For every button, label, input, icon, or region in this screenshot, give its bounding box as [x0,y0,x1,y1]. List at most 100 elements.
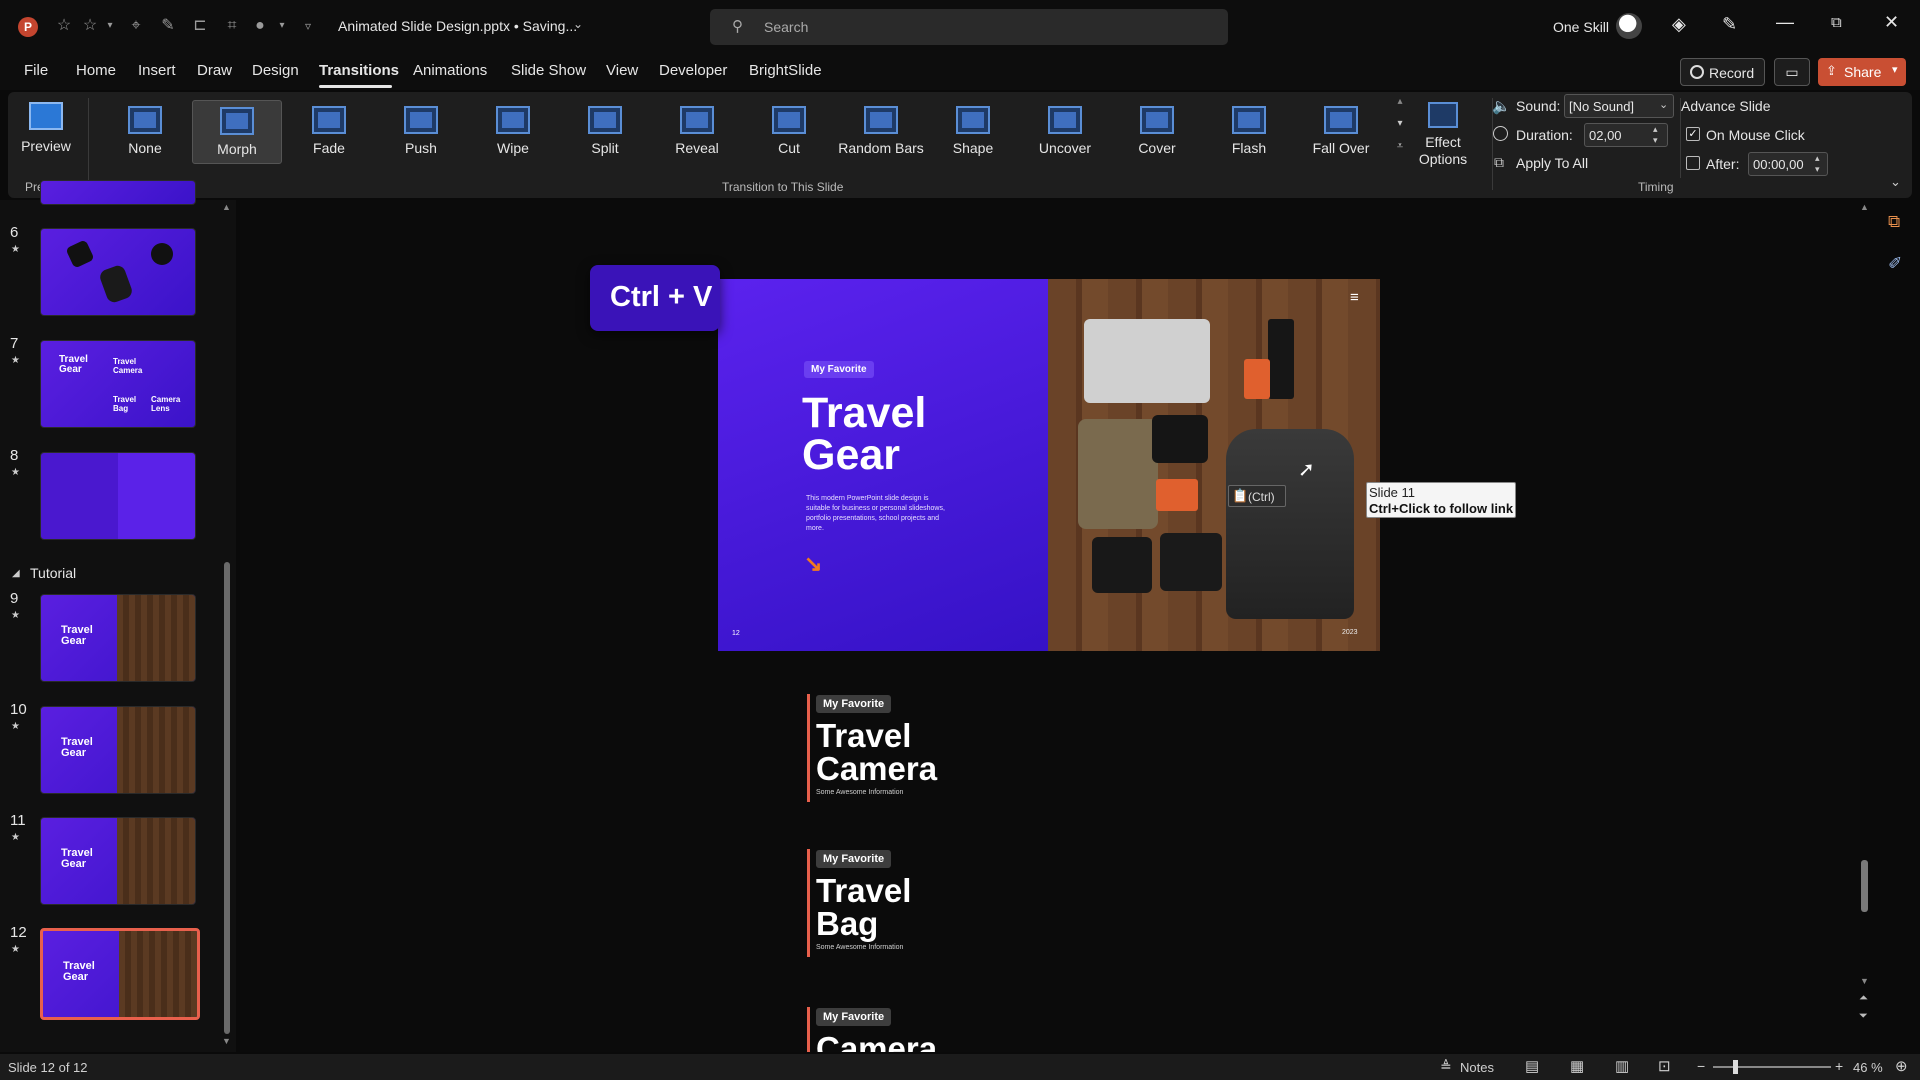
crop-icon[interactable]: ⌗ [222,16,242,36]
transition-flash[interactable]: Flash [1204,100,1294,164]
on-mouse-click-checkbox[interactable]: ✓ [1686,127,1700,141]
pen-icon[interactable]: ✎ [1722,14,1737,35]
diamond-icon[interactable]: ◈ [1672,14,1686,35]
scroll-thumb[interactable] [224,562,230,1034]
zoom-out-icon[interactable]: − [1697,1058,1705,1074]
transition-fade[interactable]: Fade [284,100,374,164]
scroll-down-arrow[interactable]: ▼ [1860,976,1869,986]
section-collapse-icon[interactable]: ◢ [12,568,20,579]
menu-insert[interactable]: Insert [138,62,176,79]
apply-to-all-button[interactable]: ⧉ Apply To All [1494,152,1614,174]
transition-split[interactable]: Split [560,100,650,164]
share-button[interactable]: ⇪ Share ▾ [1818,58,1906,86]
user-name[interactable]: One Skill [1553,19,1609,35]
favorite-star-icon[interactable]: ☆ [54,16,74,36]
menu-transitions[interactable]: Transitions [319,62,399,79]
comments-button[interactable]: ▭ [1774,58,1810,86]
present-icon[interactable]: ⊏ [190,16,210,36]
slide-thumbnail-11[interactable]: Travel Gear [40,817,196,905]
chevron-down-icon[interactable]: ▾ [272,16,292,36]
transition-none[interactable]: None [100,100,190,164]
scroll-up-arrow[interactable]: ▲ [1860,202,1869,212]
transition-fall-over[interactable]: Fall Over [1296,100,1386,164]
offslide-card-camera-lens[interactable]: My Favorite Camera [807,1007,1007,1052]
spinner-icon[interactable]: ▴ ▾ [1653,124,1658,146]
menu-slide-show[interactable]: Slide Show [511,62,586,79]
notes-button[interactable]: Notes [1460,1060,1494,1075]
duration-input[interactable]: 02,00 ▴ ▾ [1584,123,1668,147]
star-dropdown-icon[interactable]: ☆ [80,16,100,36]
collapse-ribbon-icon[interactable]: ⌄ [1890,174,1901,190]
zoom-level[interactable]: 46 % [1853,1060,1883,1075]
gallery-scroll-down[interactable]: ▾ [1392,118,1408,138]
offslide-card-bag[interactable]: My Favorite Travel Bag Some Awesome Info… [807,849,1007,957]
slide-thumbnail-8[interactable] [40,452,196,540]
sound-select[interactable]: [No Sound] ⌄ [1564,94,1674,118]
slide-thumbnail-12[interactable]: Travel Gear [40,928,200,1020]
after-checkbox[interactable] [1686,156,1700,170]
transition-uncover[interactable]: Uncover [1020,100,1110,164]
scroll-up-arrow[interactable]: ▲ [222,202,231,212]
chevron-down-icon[interactable]: ⌄ [573,17,583,31]
pen-icon[interactable]: ✎ [158,16,178,36]
scroll-thumb[interactable] [1861,860,1868,912]
menu-brightslide[interactable]: BrightSlide [749,62,822,79]
previous-slide-icon[interactable]: ⏶ [1859,992,1868,1005]
menu-view[interactable]: View [606,62,638,79]
offslide-card-camera[interactable]: My Favorite Travel Camera Some Awesome I… [807,694,1007,802]
brush-icon[interactable]: ✐ [1888,254,1902,274]
notes-icon[interactable]: ≜ [1440,1058,1452,1075]
slide-thumbnail-9[interactable]: Travel Gear [40,594,196,682]
panel-scrollbar[interactable]: ▲ ▼ [222,200,232,1052]
transition-cut[interactable]: Cut [744,100,834,164]
slide-thumbnail-6[interactable] [40,228,196,316]
slide-thumbnail-10[interactable]: Travel Gear [40,706,196,794]
customize-toolbar-icon[interactable]: ▿ [298,16,318,36]
canvas-vertical-scrollbar[interactable]: ▲ ▼ ⏶ ⏷ [1858,200,1872,1052]
menu-developer[interactable]: Developer [659,62,727,79]
slide[interactable]: ≡ 2023 My Favorite Travel Gear This mode… [718,279,1380,651]
zoom-in-icon[interactable]: + [1835,1058,1843,1074]
touch-mode-icon[interactable]: ⌖ [126,16,146,36]
transition-cover[interactable]: Cover [1112,100,1202,164]
spinner-icon[interactable]: ▴ ▾ [1815,153,1820,175]
after-input[interactable]: 00:00,00 ▴ ▾ [1748,152,1828,176]
paste-options-button[interactable]: 📋 (Ctrl) [1228,485,1286,507]
slide-sorter-icon[interactable]: ▦ [1570,1057,1584,1075]
restore-icon[interactable]: ⧉ [1831,14,1842,31]
menu-home[interactable]: Home [76,62,116,79]
normal-view-icon[interactable]: ▤ [1525,1057,1539,1075]
slide-show-icon[interactable]: ⊡ [1658,1057,1671,1075]
preview-button[interactable]: Preview [18,98,74,162]
slide-thumbnail-5-partial[interactable] [40,180,196,205]
transition-shape[interactable]: Shape [928,100,1018,164]
zoom-slider[interactable] [1713,1060,1831,1074]
fit-to-window-icon[interactable]: ⊕ [1895,1057,1908,1075]
transition-random-bars[interactable]: Random Bars [836,100,926,164]
menu-animations[interactable]: Animations [413,62,487,79]
effect-options-button[interactable]: Effect Options [1410,98,1476,174]
transition-morph[interactable]: Morph [192,100,282,164]
slide-thumbnail-7[interactable]: Travel Gear Travel Camera Travel Bag Cam… [40,340,196,428]
scroll-down-arrow[interactable]: ▼ [222,1036,231,1046]
chevron-down-icon[interactable]: ▾ [100,16,120,36]
record-button[interactable]: Record [1680,58,1765,86]
next-slide-icon[interactable]: ⏷ [1859,1010,1868,1023]
color-picker-icon[interactable]: ● [250,16,270,36]
transition-push[interactable]: Push [376,100,466,164]
gallery-scroll-up[interactable]: ▴ [1392,96,1408,116]
menu-draw[interactable]: Draw [197,62,232,79]
transition-reveal[interactable]: Reveal [652,100,742,164]
section-label[interactable]: Tutorial [30,565,76,581]
reading-view-icon[interactable]: ▥ [1615,1057,1629,1075]
document-title[interactable]: Animated Slide Design.pptx • Saving... [338,18,577,34]
designer-icon[interactable]: ⧉ [1888,212,1900,232]
gallery-more[interactable]: ⩡ [1392,140,1408,160]
avatar[interactable] [1616,13,1642,39]
menu-file[interactable]: File [24,62,48,79]
close-icon[interactable]: ✕ [1884,12,1899,33]
search-box[interactable]: ⚲ Search [710,9,1228,45]
menu-design[interactable]: Design [252,62,299,79]
zoom-slider-thumb[interactable] [1733,1060,1738,1074]
minimize-icon[interactable]: — [1776,12,1794,33]
